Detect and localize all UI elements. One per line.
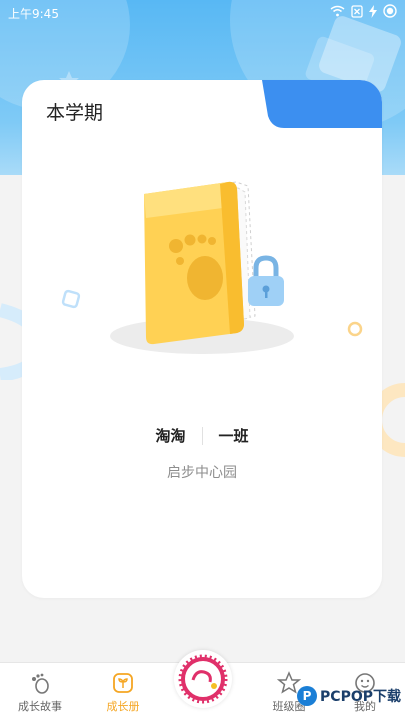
tab-label: 成长故事 xyxy=(18,700,62,713)
square-decor xyxy=(61,289,81,309)
tab-growth-album[interactable]: 成长册 xyxy=(88,671,158,714)
school-name: 启步中心园 xyxy=(167,465,237,481)
footprint-tab-icon xyxy=(32,673,49,694)
sprout-book-tab-icon xyxy=(113,673,133,693)
no-sim-icon xyxy=(351,4,363,18)
status-bar: 上午9:45 xyxy=(0,0,405,24)
tab-growth-story[interactable]: 成长故事 xyxy=(5,671,75,714)
watermark-p-icon: P xyxy=(297,686,318,706)
divider xyxy=(201,426,203,445)
wifi-icon xyxy=(330,5,345,17)
circle-decor xyxy=(347,321,363,337)
camera-lens-icon xyxy=(178,654,228,704)
battery-icon xyxy=(383,4,397,18)
charging-icon xyxy=(369,4,377,18)
card-corner-tab xyxy=(262,80,382,128)
student-info: 淘淘 一班 xyxy=(22,425,382,446)
student-name: 淘淘 xyxy=(155,427,186,445)
locked-growth-book-icon xyxy=(110,181,294,354)
status-time: 上午9:45 xyxy=(8,7,59,21)
semester-card[interactable]: 本学期 淘淘 一班 启步中心园 xyxy=(22,80,382,598)
card-title: 本学期 xyxy=(46,102,104,124)
tab-label: 成长册 xyxy=(106,700,140,713)
watermark-logo: P PCPOP下载 xyxy=(297,686,401,706)
center-action-button[interactable] xyxy=(174,650,232,708)
student-class: 一班 xyxy=(218,427,249,445)
status-icons xyxy=(330,4,397,18)
watermark-text: PCPOP下载 xyxy=(320,689,401,705)
